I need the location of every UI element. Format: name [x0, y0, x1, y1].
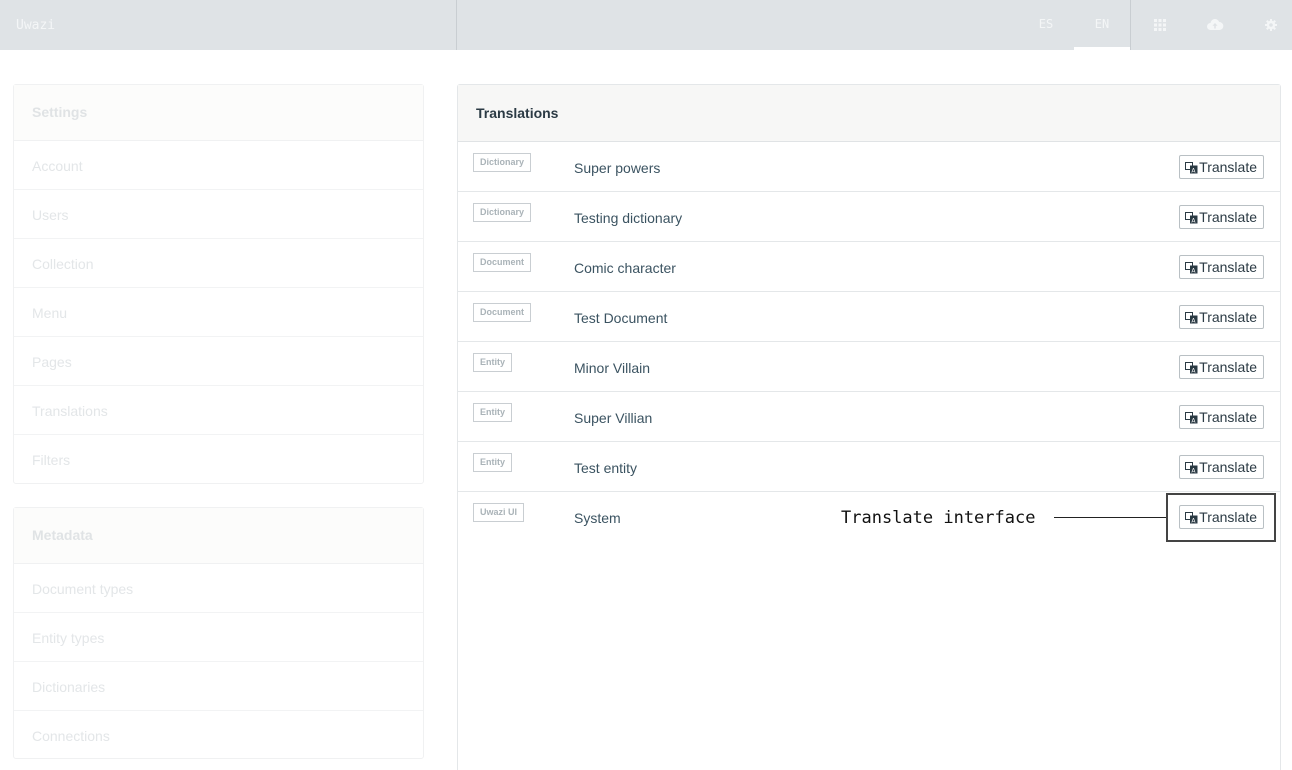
row-title[interactable]: Test entity: [574, 460, 637, 476]
language-icon: A: [1185, 211, 1198, 224]
type-badge: Entity: [473, 453, 513, 472]
sidebar-item-pages[interactable]: Pages: [14, 337, 423, 386]
page-title: Translations: [458, 85, 1280, 142]
translate-button[interactable]: A Translate: [1179, 155, 1264, 179]
navbar-divider: [1130, 0, 1131, 50]
type-badge: Dictionary: [473, 153, 532, 172]
row-title[interactable]: Super Villian: [574, 410, 652, 426]
row-title[interactable]: Testing dictionary: [574, 210, 682, 226]
language-icon: A: [1185, 261, 1198, 274]
callout-label: Translate interface: [841, 508, 1036, 528]
translate-button[interactable]: A Translate: [1179, 305, 1264, 329]
list-item: Document Test Document A Translate: [458, 292, 1280, 342]
row-title[interactable]: Super powers: [574, 160, 660, 176]
top-navbar: Uwazi ES EN: [0, 0, 1292, 50]
sidebar-item-collection[interactable]: Collection: [14, 239, 423, 288]
list-item: Dictionary Super powers A Translate: [458, 142, 1280, 192]
row-title[interactable]: Test Document: [574, 310, 667, 326]
translations-panel: Translations Dictionary Super powers A T…: [457, 84, 1281, 770]
brand-logo[interactable]: Uwazi: [0, 0, 457, 50]
translate-button[interactable]: A Translate: [1179, 355, 1264, 379]
translate-button[interactable]: A Translate: [1179, 255, 1264, 279]
language-icon: A: [1185, 461, 1198, 474]
callout-highlight-box: [1166, 493, 1276, 542]
grid-icon[interactable]: [1150, 15, 1170, 35]
language-en[interactable]: EN: [1074, 0, 1130, 50]
sidebar-item-connections[interactable]: Connections: [14, 711, 423, 760]
sidebar-item-translations[interactable]: Translations: [14, 386, 423, 435]
language-icon: A: [1185, 361, 1198, 374]
sidebar-item-account[interactable]: Account: [14, 141, 423, 190]
row-title[interactable]: Minor Villain: [574, 360, 650, 376]
translate-button-label: Translate: [1199, 409, 1257, 425]
translate-button-label: Translate: [1199, 259, 1257, 275]
language-es[interactable]: ES: [1026, 0, 1066, 50]
gear-icon[interactable]: [1261, 15, 1281, 35]
settings-heading: Settings: [14, 85, 423, 141]
translate-button-label: Translate: [1199, 359, 1257, 375]
metadata-panel: Metadata Document types Entity types Dic…: [13, 507, 424, 759]
row-title[interactable]: System: [574, 510, 621, 526]
type-badge: Entity: [473, 403, 513, 422]
sidebar-item-filters[interactable]: Filters: [14, 435, 423, 484]
language-icon: A: [1185, 311, 1198, 324]
sidebar-item-menu[interactable]: Menu: [14, 288, 423, 337]
sidebar-item-dictionaries[interactable]: Dictionaries: [14, 662, 423, 711]
list-item: Entity Minor Villain A Translate: [458, 342, 1280, 392]
settings-panel: Settings Account Users Collection Menu P…: [13, 84, 424, 484]
translate-button-label: Translate: [1199, 159, 1257, 175]
list-item: Document Comic character A Translate: [458, 242, 1280, 292]
cloud-upload-icon[interactable]: [1205, 15, 1225, 35]
translate-button[interactable]: A Translate: [1179, 455, 1264, 479]
sidebar-item-users[interactable]: Users: [14, 190, 423, 239]
type-badge: Uwazi UI: [473, 503, 525, 522]
list-item: Entity Test entity A Translate: [458, 442, 1280, 492]
translate-button[interactable]: A Translate: [1179, 205, 1264, 229]
metadata-heading: Metadata: [14, 508, 423, 564]
type-badge: Document: [473, 303, 532, 322]
language-icon: A: [1185, 411, 1198, 424]
type-badge: Entity: [473, 353, 513, 372]
sidebar-item-document-types[interactable]: Document types: [14, 564, 423, 613]
row-title[interactable]: Comic character: [574, 260, 676, 276]
list-item: Dictionary Testing dictionary A Translat…: [458, 192, 1280, 242]
callout-line: [1054, 517, 1166, 518]
type-badge: Document: [473, 253, 532, 272]
translate-button-label: Translate: [1199, 309, 1257, 325]
translate-button-label: Translate: [1199, 209, 1257, 225]
language-icon: A: [1185, 161, 1198, 174]
type-badge: Dictionary: [473, 203, 532, 222]
translate-button[interactable]: A Translate: [1179, 405, 1264, 429]
list-item: Entity Super Villian A Translate: [458, 392, 1280, 442]
translate-button-label: Translate: [1199, 459, 1257, 475]
sidebar-item-entity-types[interactable]: Entity types: [14, 613, 423, 662]
